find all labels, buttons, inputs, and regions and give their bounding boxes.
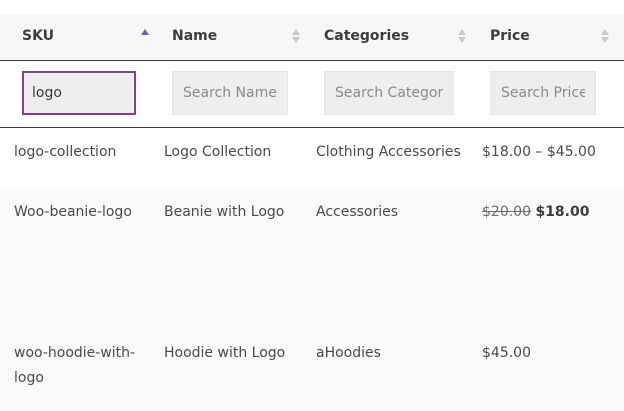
sku-cell: Woo-beanie-logo [14,204,132,220]
regular-price: $20.00 [482,204,531,220]
column-header-label: Name [172,28,218,44]
table-row[interactable]: woo-hoodie-with-logo Hoodie with Logo aH… [0,329,624,411]
filter-row [0,61,624,128]
sort-unsorted-icon [601,29,609,43]
sku-filter-input[interactable] [22,71,136,115]
categories-cell: Accessories [316,204,399,220]
name-cell: Hoodie with Logo [164,345,286,361]
price-cell: $20.00 $18.00 [482,200,589,225]
table-header: SKU Name Categories Price [0,14,624,61]
sort-ascending-icon [141,29,149,43]
column-header-sku[interactable]: SKU [0,14,160,60]
column-header-categories[interactable]: Categories [310,14,470,60]
column-header-label: SKU [22,28,55,44]
categories-cell: aHoodies [316,345,381,361]
sort-unsorted-icon [458,29,466,43]
table-row[interactable]: logo-collection Logo Collection Clothing… [0,128,624,188]
table-row[interactable]: Woo-beanie-logo Beanie with Logo Accesso… [0,188,624,329]
name-cell: Logo Collection [164,144,272,160]
price-cell: $18.00 – $45.00 [482,144,596,160]
column-header-name[interactable]: Name [160,14,310,60]
top-spacer [0,0,624,14]
column-header-price[interactable]: Price [470,14,624,60]
sku-cell: logo-collection [14,144,117,160]
column-header-label: Categories [324,28,410,44]
sale-price: $18.00 [535,204,590,220]
column-header-label: Price [490,28,530,44]
categories-filter-input[interactable] [324,71,454,115]
name-cell: Beanie with Logo [164,204,285,220]
name-filter-input[interactable] [172,71,288,115]
sort-unsorted-icon [292,29,300,43]
categories-cell: Clothing Accessories [316,144,461,160]
price-cell: $45.00 [482,345,531,361]
price-filter-input[interactable] [490,71,596,115]
sku-cell: woo-hoodie-with-logo [14,345,136,386]
